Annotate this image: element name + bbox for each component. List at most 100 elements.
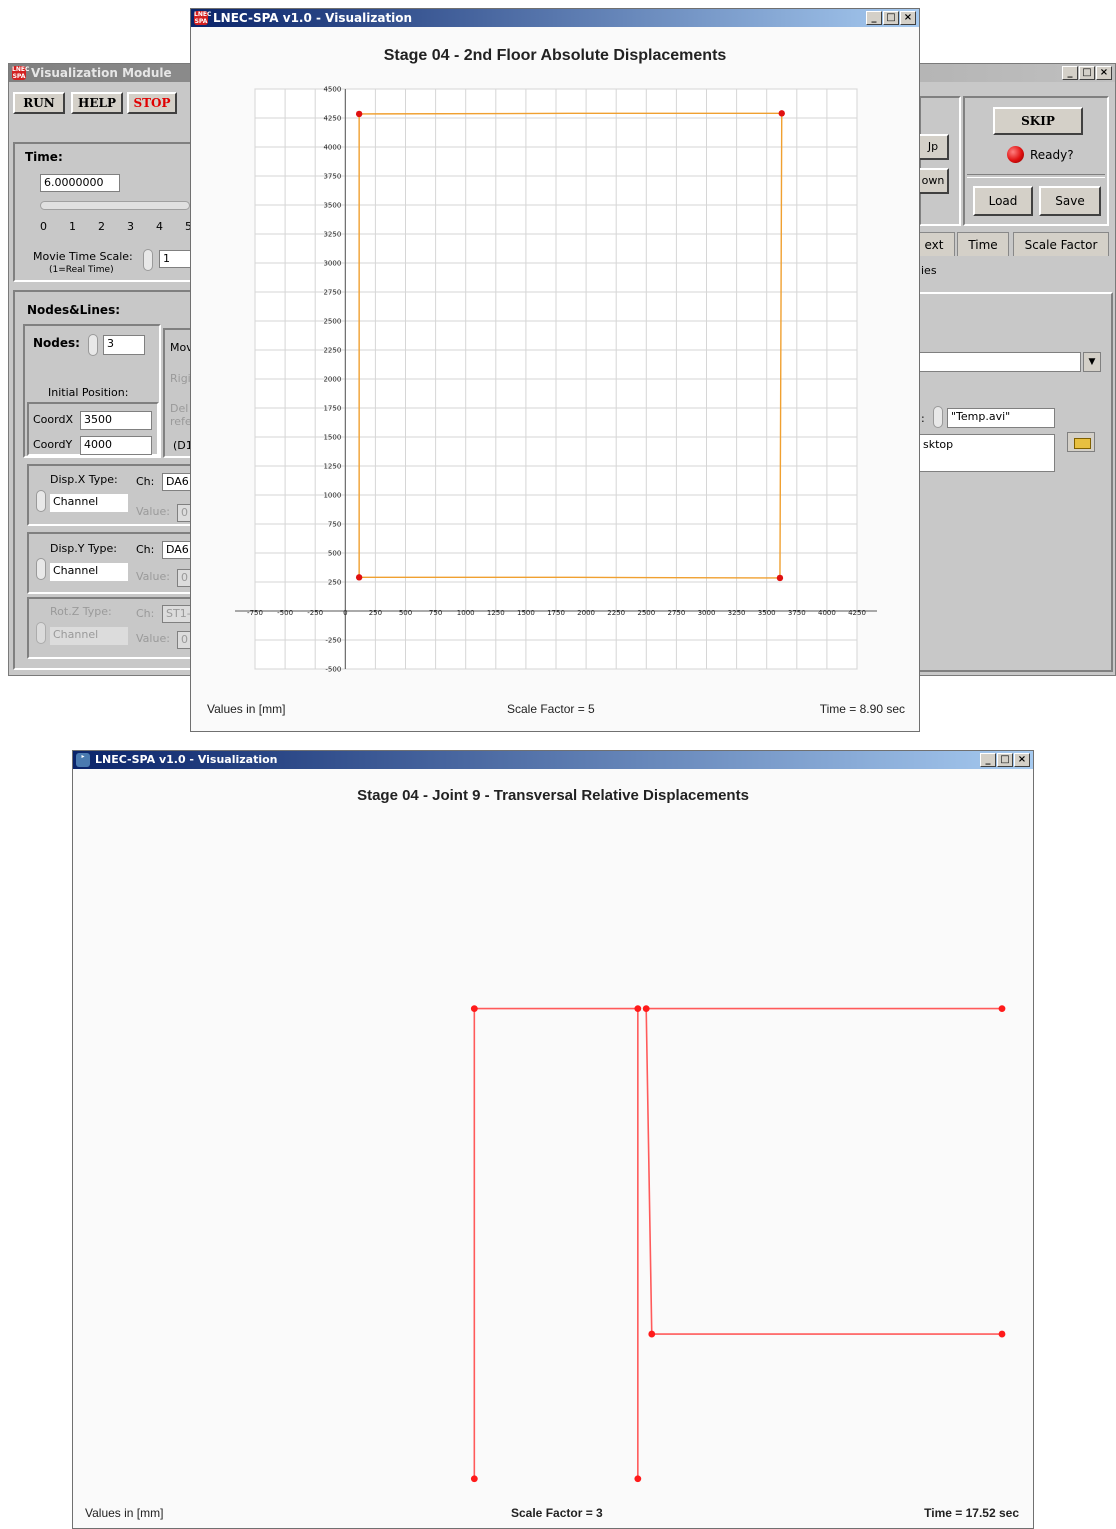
help-button[interactable]: HELP [71, 92, 123, 114]
time-label: Time: [25, 150, 63, 164]
movie-panel [913, 292, 1113, 672]
x-tick-label: -750 [247, 609, 263, 617]
close-icon[interactable]: × [1096, 66, 1112, 80]
movie-time-scale-spinner[interactable] [143, 249, 153, 271]
ready-led-icon [1007, 146, 1024, 163]
y-tick-label: 1750 [323, 405, 341, 413]
nodes-label: Nodes: [33, 336, 80, 350]
close-icon[interactable]: × [900, 11, 916, 25]
x-tick-label: 1750 [547, 609, 565, 617]
app-logo-icon: ▸ [76, 753, 90, 767]
dispy-type-field[interactable]: Channel [50, 563, 128, 581]
plot1-time: Time = 8.90 sec [819, 702, 905, 716]
data-point [470, 1475, 478, 1483]
y-tick-label: 4000 [323, 144, 341, 152]
rotz-spinner [36, 622, 46, 644]
data-point [355, 574, 363, 581]
nodes-spinner[interactable] [88, 334, 98, 356]
tab-time[interactable]: Time [957, 232, 1009, 256]
rotz-value-label: Value: [136, 632, 170, 645]
x-tick-label: 3000 [698, 609, 716, 617]
x-tick-label: 1500 [517, 609, 535, 617]
path-field[interactable]: sktop [919, 434, 1055, 472]
time-slider-track[interactable] [40, 201, 190, 210]
run-button[interactable]: RUN [13, 92, 65, 114]
time-value-field[interactable]: 6.0000000 [40, 174, 120, 192]
dropdown-field[interactable] [919, 352, 1081, 372]
ref-label: refe [170, 415, 192, 428]
y-tick-label: 3000 [323, 260, 341, 268]
y-tick-label: 2000 [323, 376, 341, 384]
y-tick-label: -500 [325, 666, 341, 674]
app-logo-icon: LNEC SPA [12, 66, 30, 80]
window-controls: _ □ × [866, 11, 916, 25]
avi-spinner[interactable] [933, 406, 943, 428]
close-icon[interactable]: × [1014, 753, 1030, 767]
y-tick-label: 3750 [323, 173, 341, 181]
data-point [776, 574, 784, 582]
data-point [355, 110, 363, 118]
maximize-icon[interactable]: □ [1079, 66, 1095, 80]
coordx-field[interactable]: 3500 [80, 411, 152, 430]
plot1-window-title: LNEC-SPA v1.0 - Visualization [213, 11, 413, 25]
rotz-label: Rot.Z Type: [50, 605, 112, 618]
window-controls: _ □ × [980, 753, 1030, 767]
tab-scale-factor[interactable]: Scale Factor [1013, 232, 1109, 256]
plot2-title: Stage 04 - Joint 9 - Transversal Relativ… [357, 787, 749, 804]
plot2-window-title: LNEC-SPA v1.0 - Visualization [95, 753, 278, 766]
nodes-field[interactable]: 3 [103, 335, 145, 355]
coordx-label: CoordX [33, 413, 73, 426]
minimize-icon[interactable]: _ [1062, 66, 1078, 80]
stop-button[interactable]: STOP [127, 92, 177, 114]
time-tick: 4 [156, 220, 163, 233]
dispx-value-label: Value: [136, 505, 170, 518]
maximize-icon[interactable]: □ [997, 753, 1013, 767]
save-button[interactable]: Save [1039, 186, 1101, 216]
x-tick-label: 3750 [788, 609, 806, 617]
x-tick-label: 3250 [728, 609, 746, 617]
plot1-titlebar: LNEC SPA LNEC-SPA v1.0 - Visualization _ … [191, 9, 919, 27]
ready-label: Ready? [1030, 148, 1074, 162]
y-tick-label: 4500 [323, 86, 341, 94]
dispx-type-field[interactable]: Channel [50, 494, 128, 512]
plot2-values-unit: Values in [mm] [85, 1506, 164, 1520]
down-button[interactable]: own [917, 168, 949, 194]
plot-window-1: LNEC SPA LNEC-SPA v1.0 - Visualization _ … [190, 8, 920, 732]
dispx-ch-label: Ch: [136, 475, 155, 488]
data-point [648, 1330, 656, 1338]
x-tick-label: 2250 [607, 609, 625, 617]
app-logo-icon: LNEC SPA [194, 11, 212, 25]
dispy-ch-field[interactable]: DA6 [162, 541, 193, 559]
avi-filename-field[interactable]: "Temp.avi" [947, 408, 1055, 428]
y-tick-label: 250 [328, 579, 341, 587]
viz-module-title: Visualization Module [31, 66, 172, 80]
rotz-ch-label: Ch: [136, 607, 155, 620]
dropdown-arrow-icon[interactable]: ▼ [1083, 352, 1101, 372]
minimize-icon[interactable]: _ [980, 753, 996, 767]
folder-open-icon[interactable] [1067, 432, 1095, 452]
plot2-time: Time = 17.52 sec [924, 1506, 1019, 1520]
load-button[interactable]: Load [973, 186, 1033, 216]
data-point [998, 1005, 1006, 1012]
x-tick-label: -500 [277, 609, 293, 617]
dispy-ch-label: Ch: [136, 543, 155, 556]
movie-time-scale-field[interactable]: 1 [159, 250, 193, 268]
minimize-icon[interactable]: _ [866, 11, 882, 25]
maximize-icon[interactable]: □ [883, 11, 899, 25]
dispy-label: Disp.Y Type: [50, 542, 117, 555]
dispx-spinner[interactable] [36, 490, 46, 512]
dispy-spinner[interactable] [36, 558, 46, 580]
x-tick-label: 4000 [818, 609, 836, 617]
coordy-field[interactable]: 4000 [80, 436, 152, 455]
plot1-title: Stage 04 - 2nd Floor Absolute Displaceme… [383, 47, 727, 64]
movie-time-scale-label: Movie Time Scale: [33, 250, 133, 263]
dispx-ch-field[interactable]: DA6 [162, 473, 193, 491]
x-tick-label: 3500 [758, 609, 776, 617]
plot2-titlebar: ▸ LNEC-SPA v1.0 - Visualization _ □ × [73, 751, 1033, 769]
skip-button[interactable]: SKIP [993, 107, 1083, 135]
y-tick-label: 3250 [323, 231, 341, 239]
initial-position-label: Initial Position: [48, 386, 129, 399]
y-tick-label: 2500 [323, 318, 341, 326]
up-button[interactable]: Jp [917, 134, 949, 160]
data-point [634, 1475, 642, 1483]
